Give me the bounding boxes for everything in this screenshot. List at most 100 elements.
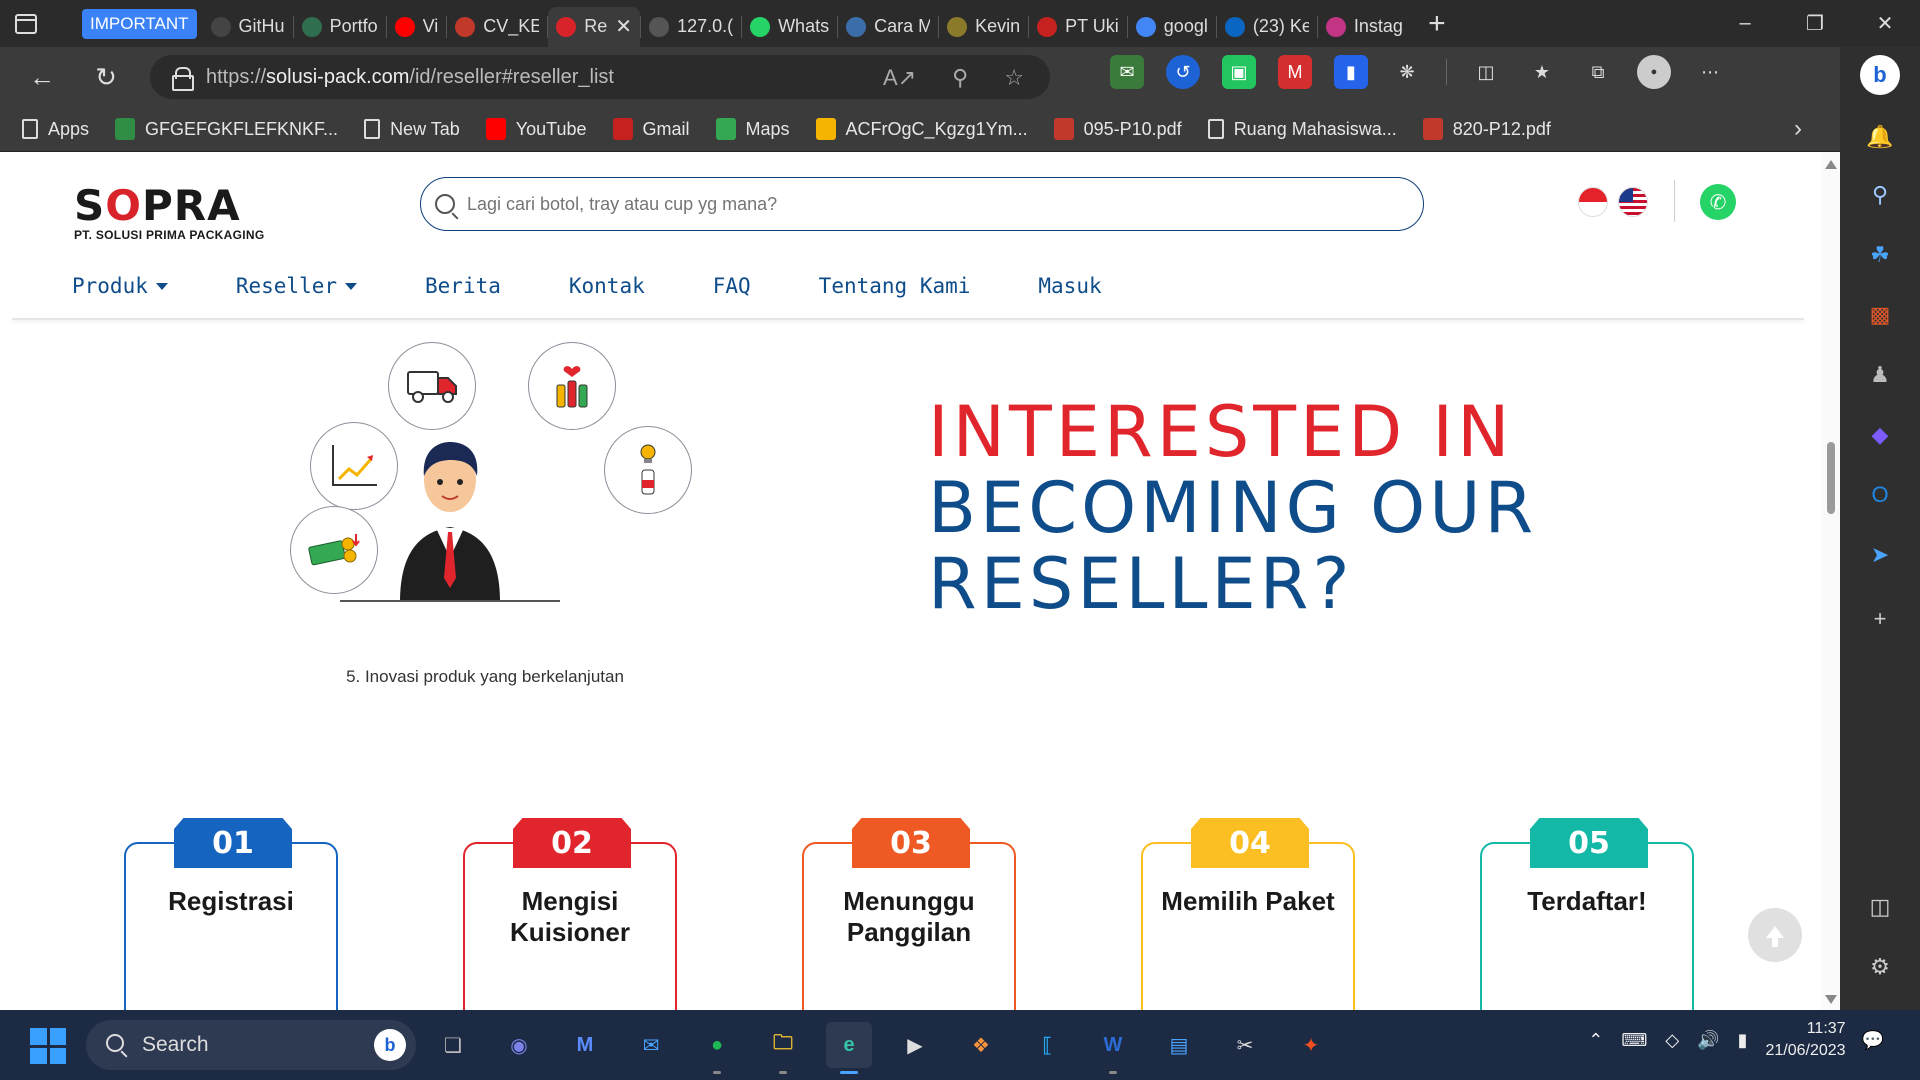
battery-icon[interactable]: ▮ <box>1738 1030 1748 1051</box>
scroll-to-top-button[interactable] <box>1748 908 1802 962</box>
word-icon[interactable]: W <box>1090 1022 1136 1074</box>
nav-item-berita[interactable]: Berita <box>425 274 501 298</box>
product-search-input[interactable] <box>467 193 1367 215</box>
notifications-bell-icon[interactable]: 🔔 <box>1860 117 1900 157</box>
extension-green-icon[interactable]: ▣ <box>1222 55 1256 89</box>
nav-item-masuk[interactable]: Masuk <box>1038 274 1101 298</box>
back-button[interactable]: ← <box>14 52 70 102</box>
tab-group-important[interactable]: IMPORTANT <box>82 8 197 39</box>
sidebar-settings-gear-icon[interactable]: ⚙ <box>1860 947 1900 987</box>
notification-center-icon[interactable]: 💬 <box>1862 1030 1884 1051</box>
bookmark-item[interactable]: New Tab <box>364 119 460 140</box>
bookmarks-more-chevron-icon[interactable]: › <box>1794 115 1802 143</box>
extension-mendeley-icon[interactable]: M <box>1278 55 1312 89</box>
hide-sidebar-icon[interactable]: ◫ <box>1860 887 1900 927</box>
sopra-logo[interactable]: SOPRA PT. SOLUSI PRIMA PACKAGING <box>74 185 264 243</box>
profile-avatar[interactable]: ● <box>1637 55 1671 89</box>
favorite-star-icon[interactable]: ☆ <box>1004 65 1024 91</box>
tray-chevron-up-icon[interactable]: ⌃ <box>1588 1030 1603 1051</box>
browser-tab[interactable]: Cara M <box>838 7 938 47</box>
bookmark-item[interactable]: 095-P10.pdf <box>1053 118 1182 140</box>
nav-item-produk[interactable]: Produk <box>72 274 168 298</box>
url-field[interactable]: https://solusi-pack.com/id/reseller#rese… <box>150 55 1050 99</box>
vscode-icon[interactable]: ⟦ <box>1024 1022 1070 1068</box>
scroll-up-arrow-icon[interactable] <box>1825 160 1837 169</box>
windows-start-icon[interactable] <box>30 1028 66 1064</box>
product-search-field[interactable] <box>420 177 1424 231</box>
extension-doc-icon[interactable]: ▮ <box>1334 55 1368 89</box>
figma-icon[interactable]: ✦ <box>1288 1022 1334 1068</box>
scrollbar-thumb[interactable] <box>1827 442 1835 514</box>
taskbar-search-box[interactable]: Search b <box>86 1020 416 1070</box>
app-m-icon[interactable]: M <box>562 1022 608 1068</box>
wifi-icon[interactable]: ◇ <box>1665 1030 1679 1051</box>
snipping-tool-icon[interactable]: ✂ <box>1222 1022 1268 1068</box>
whatsapp-icon[interactable]: ✆ <box>1700 184 1736 220</box>
notepad-icon[interactable]: ▤ <box>1156 1022 1202 1068</box>
browser-tab[interactable]: Instag <box>1318 7 1411 47</box>
new-tab-button[interactable]: + <box>1417 4 1457 44</box>
extensions-puzzle-icon[interactable]: ❋ <box>1390 55 1424 89</box>
drop-send-icon[interactable]: ➤ <box>1860 535 1900 575</box>
read-aloud-icon[interactable]: A↗ <box>883 65 916 91</box>
browser-tab[interactable]: googl <box>1128 7 1216 47</box>
bookmark-item[interactable]: Apps <box>22 119 89 140</box>
bookmark-item[interactable]: GFGEFGKFLEFKNKF... <box>115 118 338 140</box>
file-explorer-folder-icon[interactable]: 🗀 <box>760 1022 806 1074</box>
search-icon[interactable]: ⚲ <box>1860 175 1900 215</box>
extension-mail-icon[interactable]: ✉ <box>1110 55 1144 89</box>
split-screen-icon[interactable]: ◫ <box>1469 55 1503 89</box>
browser-tab[interactable]: Kevin <box>939 7 1028 47</box>
browser-tab[interactable]: GitHu <box>203 7 293 47</box>
tab-actions-button[interactable] <box>0 0 52 47</box>
extension-sync-icon[interactable]: ↺ <box>1166 55 1200 89</box>
close-window-button[interactable]: ✕ <box>1850 0 1920 47</box>
collections-icon[interactable]: ⧉ <box>1581 55 1615 89</box>
task-view-icon[interactable]: ❏ <box>430 1022 476 1068</box>
bookmark-item[interactable]: Maps <box>715 118 790 140</box>
close-tab-icon[interactable]: ✕ <box>615 14 632 39</box>
media-player-icon[interactable]: ▶ <box>892 1022 938 1068</box>
mail-icon[interactable]: ✉ <box>628 1022 674 1068</box>
browser-tab[interactable]: 127.0.( <box>641 7 741 47</box>
volume-icon[interactable]: 🔊 <box>1697 1030 1719 1051</box>
browser-tab[interactable]: Whats <box>742 7 837 47</box>
bookmark-item[interactable]: 820-P12.pdf <box>1422 118 1551 140</box>
browser-tab[interactable]: (23) Ke <box>1217 7 1317 47</box>
zoom-icon[interactable]: ⚲ <box>952 65 968 91</box>
favorites-icon[interactable]: ★ <box>1525 55 1559 89</box>
language-english-flag-icon[interactable] <box>1618 187 1648 217</box>
scroll-down-arrow-icon[interactable] <box>1825 995 1837 1004</box>
nav-item-kontak[interactable]: Kontak <box>569 274 645 298</box>
taskbar-clock[interactable]: 11:37 21/06/2023 <box>1766 1018 1846 1062</box>
teams-meet-icon[interactable]: ◉ <box>496 1022 542 1068</box>
language-indonesian-flag-icon[interactable] <box>1578 187 1608 217</box>
refresh-button[interactable]: ↻ <box>78 52 134 102</box>
xampp-icon[interactable]: ❖ <box>958 1022 1004 1068</box>
browser-tab[interactable]: Vi <box>387 7 447 47</box>
bing-icon[interactable]: b <box>374 1029 406 1061</box>
bookmark-item[interactable]: Gmail <box>612 118 690 140</box>
browser-tab[interactable]: Re ✕ <box>548 6 641 47</box>
bing-copilot-icon[interactable]: b <box>1860 55 1900 95</box>
nav-item-tentang-kami[interactable]: Tentang Kami <box>819 274 971 298</box>
tools-briefcase-icon[interactable]: ▩ <box>1860 295 1900 335</box>
bookmark-item[interactable]: Ruang Mahasiswa... <box>1207 119 1397 140</box>
outlook-icon[interactable]: O <box>1860 475 1900 515</box>
more-menu-icon[interactable]: ⋯ <box>1693 55 1727 89</box>
bookmark-item[interactable]: ACFrOgC_Kgzg1Ym... <box>815 118 1028 140</box>
microsoft-365-icon[interactable]: ◆ <box>1860 415 1900 455</box>
nav-item-reseller[interactable]: Reseller <box>236 274 358 298</box>
shopping-tag-icon[interactable]: ☘ <box>1860 235 1900 275</box>
lock-icon[interactable] <box>172 67 194 91</box>
browser-tab[interactable]: Portfo <box>294 7 386 47</box>
nav-item-faq[interactable]: FAQ <box>713 274 751 298</box>
page-scrollbar[interactable] <box>1822 152 1840 1010</box>
minimize-button[interactable]: – <box>1710 0 1780 47</box>
browser-tab[interactable]: PT Uki <box>1029 7 1127 47</box>
browser-tab[interactable]: CV_KE <box>447 7 547 47</box>
edge-browser-icon[interactable]: e <box>826 1022 872 1074</box>
keyboard-icon[interactable]: ⌨ <box>1621 1030 1647 1051</box>
games-icon[interactable]: ♟ <box>1860 355 1900 395</box>
spotify-icon[interactable]: ● <box>694 1022 740 1074</box>
